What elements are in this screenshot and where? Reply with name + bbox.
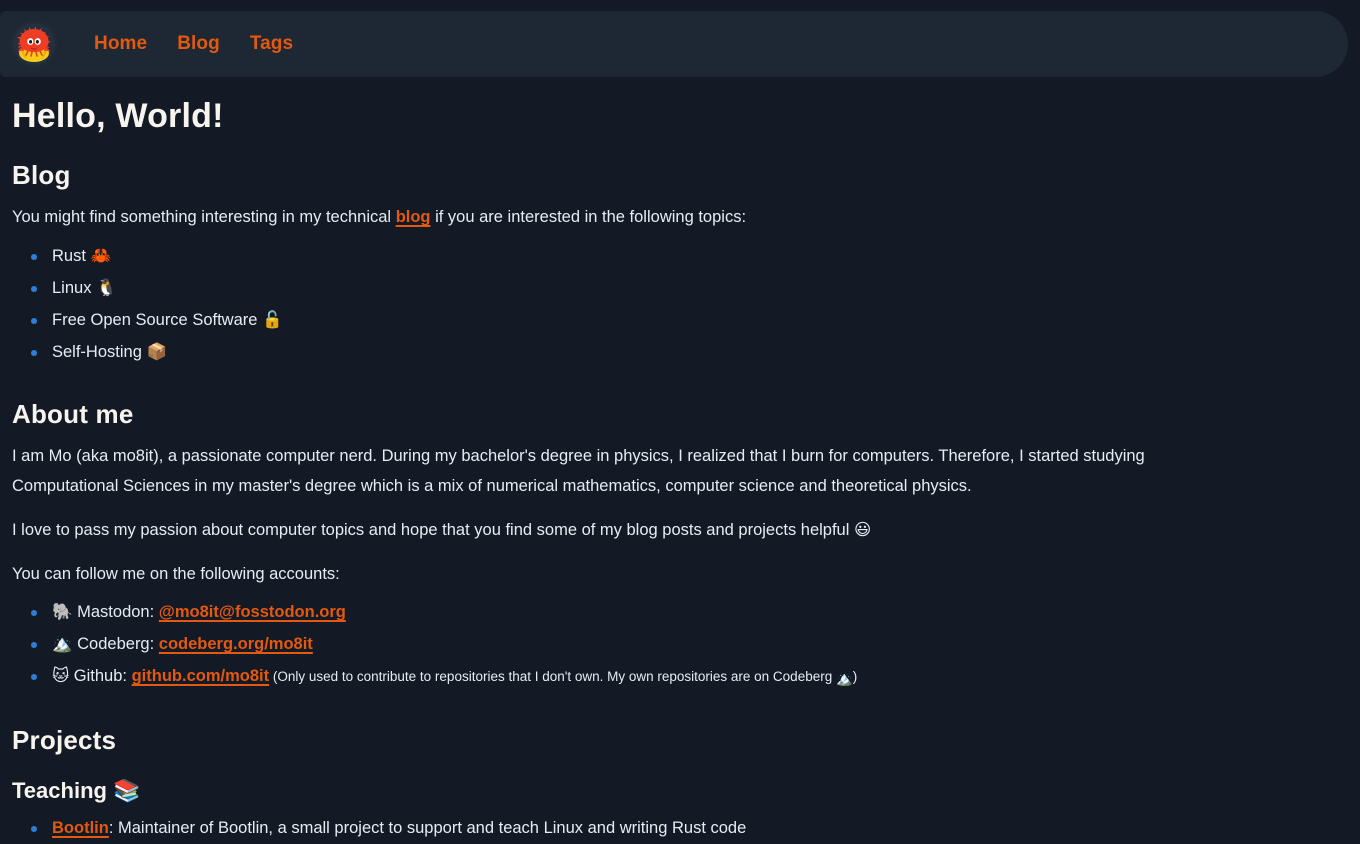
nav-link-blog[interactable]: Blog: [177, 33, 220, 55]
list-item: 🐘 Mastodon: @mo8it@fosstodon.org: [12, 596, 1348, 628]
ferris-crab-logo-icon: [13, 23, 55, 65]
books-emoji: 📚: [113, 779, 141, 804]
list-item: Linux 🐧: [12, 272, 1348, 304]
account-label: Codeberg:: [77, 635, 159, 653]
navbar: Home Blog Tags: [0, 11, 1348, 77]
account-label: Github:: [73, 667, 132, 685]
unlocked-padlock-emoji: 🔓: [262, 310, 283, 329]
topic-label: Linux: [52, 279, 92, 297]
list-item: Rust 🦀: [12, 240, 1348, 272]
list-item: Self-Hosting 📦: [12, 336, 1348, 368]
blog-link[interactable]: blog: [396, 208, 431, 226]
project-description: : Maintainer of Bootlin, a small project…: [108, 819, 747, 837]
section-heading-projects: Projects: [12, 725, 117, 755]
topic-label: Rust: [52, 247, 86, 265]
list-item: 🐱 Github: github.com/mo8it (Only used to…: [12, 660, 1348, 695]
teaching-label: Teaching: [12, 778, 107, 803]
mastodon-link[interactable]: @mo8it@fosstodon.org: [159, 603, 346, 621]
list-item: Free Open Source Software 🔓: [12, 304, 1348, 336]
blog-intro-prefix: You might find something interesting in …: [12, 208, 396, 226]
elephant-emoji: 🐘: [52, 602, 73, 621]
teaching-projects-list: Bootlin: Maintainer of Bootlin, a small …: [12, 812, 1348, 844]
about-paragraph-2-text: I love to pass my passion about computer…: [12, 521, 854, 539]
topic-label: Free Open Source Software: [52, 311, 258, 329]
package-emoji: 📦: [146, 342, 168, 361]
about-paragraph-2: I love to pass my passion about computer…: [12, 515, 1244, 545]
list-item: Bootlin: Maintainer of Bootlin, a small …: [12, 812, 1348, 844]
page-title: Hello, World!: [12, 97, 224, 135]
nav-link-tags[interactable]: Tags: [250, 33, 293, 55]
section-heading-blog: Blog: [12, 160, 71, 190]
blog-intro-paragraph: You might find something interesting in …: [12, 202, 1244, 232]
github-note-after: ): [852, 669, 858, 684]
nav-link-home[interactable]: Home: [94, 33, 147, 55]
about-paragraph-1: I am Mo (aka mo8it), a passionate comput…: [12, 447, 1145, 495]
main-content: Hello, World! Blog You might find someth…: [0, 97, 1360, 844]
github-link[interactable]: github.com/mo8it: [132, 667, 270, 685]
github-note-before: (Only used to contribute to repositories…: [269, 669, 836, 684]
list-item: 🏔️ Codeberg: codeberg.org/mo8it: [12, 628, 1348, 660]
accounts-list: 🐘 Mastodon: @mo8it@fosstodon.org 🏔️ Code…: [12, 596, 1348, 695]
crab-emoji: 🦀: [90, 246, 112, 265]
blog-topics-list: Rust 🦀 Linux 🐧 Free Open Source Software…: [12, 240, 1348, 368]
penguin-emoji: 🐧: [96, 278, 117, 297]
codeberg-link[interactable]: codeberg.org/mo8it: [159, 635, 313, 653]
bootlin-link[interactable]: Bootlin: [52, 819, 109, 837]
subsection-heading-teaching: Teaching 📚: [12, 778, 1348, 804]
section-heading-about-me: About me: [12, 399, 134, 429]
account-label: Mastodon:: [77, 603, 159, 621]
cat-face-emoji: 🐱: [52, 666, 70, 685]
grinning-face-emoji: 😃: [853, 520, 872, 539]
snow-mountain-emoji: 🏔️: [835, 671, 853, 687]
nav-links: Home Blog Tags: [94, 33, 293, 55]
snow-mountain-emoji: 🏔️: [52, 634, 73, 653]
site-logo[interactable]: [10, 20, 58, 68]
blog-intro-suffix: if you are interested in the following t…: [430, 208, 747, 226]
topic-label: Self-Hosting: [52, 343, 142, 361]
about-paragraph-3: You can follow me on the following accou…: [12, 565, 340, 583]
